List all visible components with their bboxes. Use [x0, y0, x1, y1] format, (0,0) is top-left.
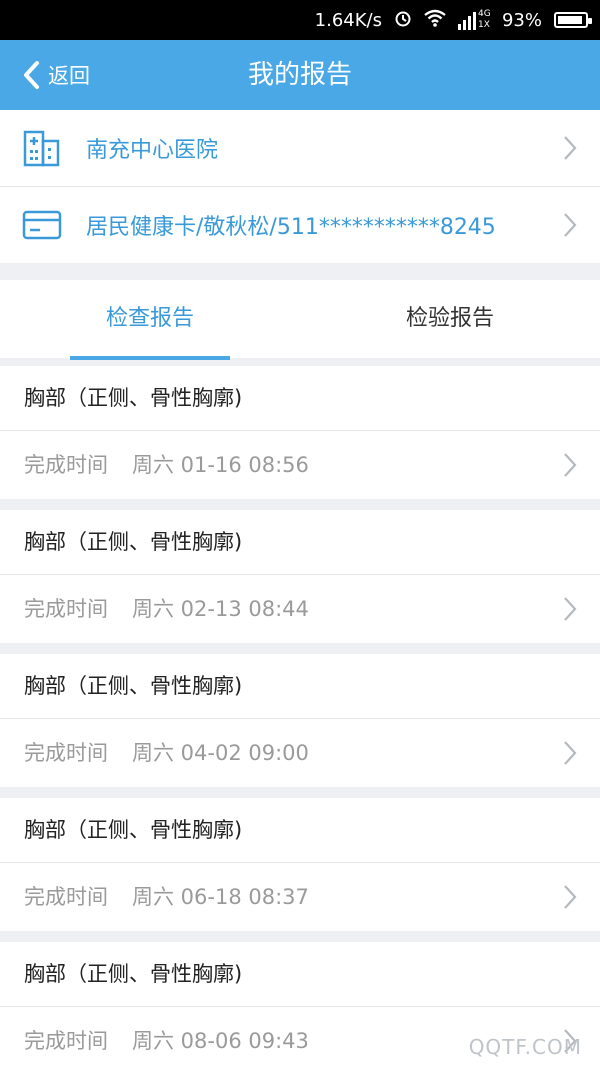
completion-time-label: 完成时间: [24, 597, 108, 621]
report-item[interactable]: 胸部（正侧、骨性胸廓) 完成时间 周六 06-18 08:37: [0, 798, 600, 931]
tab-label: 检查报告: [105, 306, 194, 331]
chevron-right-icon: [564, 213, 577, 237]
chevron-right-icon: [564, 597, 577, 621]
hospital-name: 南充中心医院: [86, 138, 219, 163]
completion-time: 周六 02-13 08:44: [132, 597, 309, 621]
page-title: 我的报告: [247, 60, 352, 90]
network-speed: 1.64K/s: [314, 9, 382, 31]
report-item[interactable]: 胸部（正侧、骨性胸廓) 完成时间 周六 02-13 08:44: [0, 510, 600, 643]
report-meta: 完成时间 周六 06-18 08:37: [0, 863, 600, 931]
chevron-right-icon: [564, 885, 577, 909]
health-card-row[interactable]: 居民健康卡/敬秋松/511***********8245: [0, 186, 600, 263]
report-name: 胸部（正侧、骨性胸廓): [0, 510, 600, 575]
report-item[interactable]: 胸部（正侧、骨性胸廓) 完成时间 周六 01-16 08:56: [0, 366, 600, 499]
network-type-sublabel: 1X: [477, 20, 490, 30]
id-card-icon: [22, 210, 62, 240]
battery-icon: [554, 12, 592, 28]
battery-fill: [558, 16, 582, 24]
completion-time: 周六 01-16 08:56: [132, 453, 309, 477]
tab-lab-report[interactable]: 检验报告: [370, 280, 530, 358]
cell-signal-icon: 4G 1X: [457, 9, 491, 30]
chevron-right-icon: [564, 453, 577, 477]
report-meta: 完成时间 周六 02-13 08:44: [0, 575, 600, 643]
report-name: 胸部（正侧、骨性胸廓): [0, 654, 600, 719]
completion-time: 周六 08-06 09:43: [132, 1029, 309, 1053]
report-name: 胸部（正侧、骨性胸廓): [0, 942, 600, 1007]
report-tabs: 检查报告 检验报告: [0, 280, 600, 360]
hospital-row[interactable]: 南充中心医院: [0, 110, 600, 186]
chevron-right-icon: [564, 136, 577, 160]
active-tab-indicator: [70, 356, 230, 360]
completion-time-label: 完成时间: [24, 453, 108, 477]
report-meta: 完成时间 周六 01-16 08:56: [0, 431, 600, 499]
watermark: QQTF.COM: [468, 1035, 582, 1059]
report-name: 胸部（正侧、骨性胸廓): [0, 366, 600, 431]
completion-time-label: 完成时间: [24, 885, 108, 909]
wifi-icon: [424, 9, 446, 32]
report-meta: 完成时间 周六 04-02 09:00: [0, 719, 600, 787]
completion-time: 周六 06-18 08:37: [132, 885, 309, 909]
tab-examination-report[interactable]: 检查报告: [70, 280, 230, 360]
alarm-icon: [394, 9, 412, 32]
status-bar: 1.64K/s 4G 1X 93%: [0, 0, 600, 40]
app-header: 返回 我的报告: [0, 40, 600, 110]
health-card-info: 居民健康卡/敬秋松/511***********8245: [86, 215, 496, 240]
hospital-building-icon: [23, 130, 60, 167]
completion-time-label: 完成时间: [24, 741, 108, 765]
completion-time-label: 完成时间: [24, 1029, 108, 1053]
battery-percentage: 93%: [501, 9, 542, 31]
report-item[interactable]: 胸部（正侧、骨性胸廓) 完成时间 周六 04-02 09:00: [0, 654, 600, 787]
tab-label: 检验报告: [405, 306, 494, 331]
completion-time: 周六 04-02 09:00: [132, 741, 309, 765]
report-name: 胸部（正侧、骨性胸廓): [0, 798, 600, 863]
network-type-label: 4G: [477, 9, 491, 19]
patient-info-card: 南充中心医院 居民健康卡/敬秋松/511***********8245: [0, 110, 600, 263]
chevron-right-icon: [564, 741, 577, 765]
